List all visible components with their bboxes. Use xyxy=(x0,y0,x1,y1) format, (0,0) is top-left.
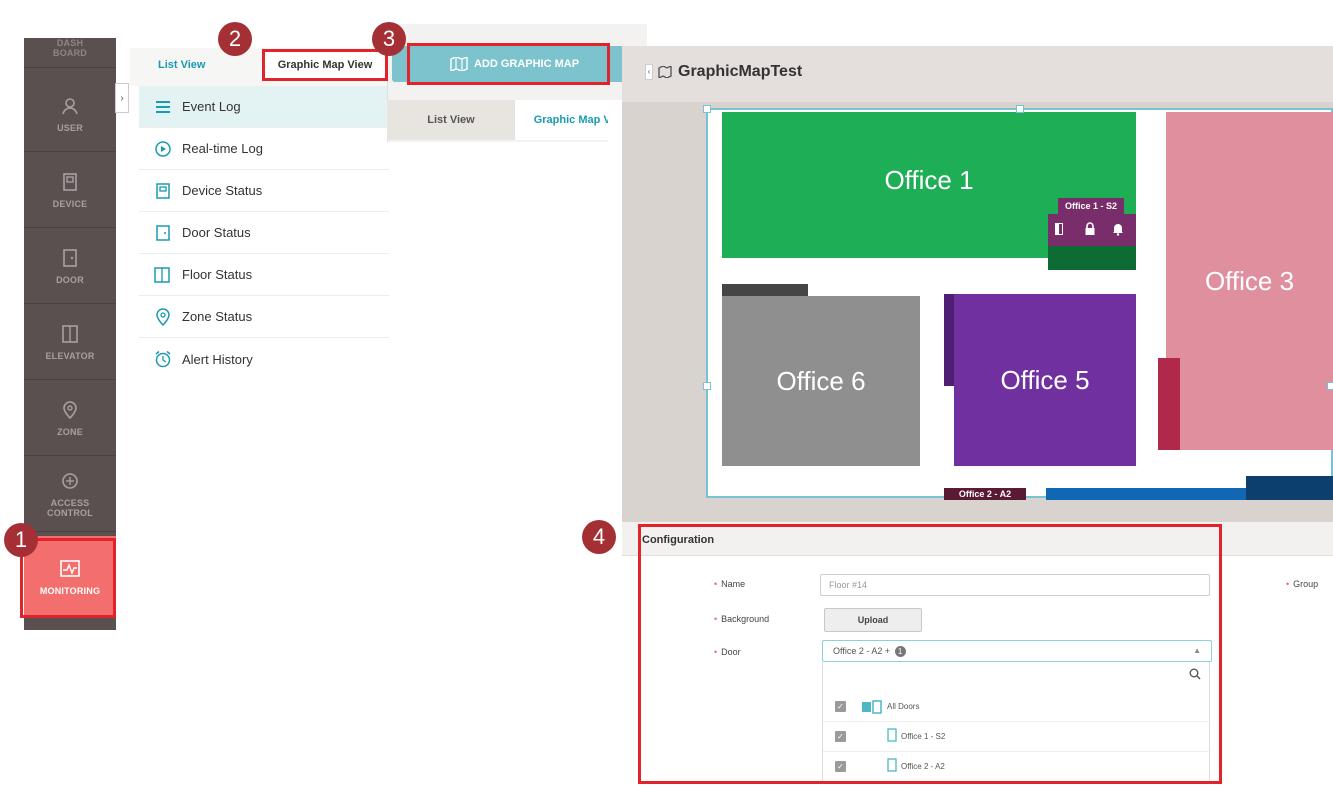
menu-item-zone-status[interactable]: Zone Status xyxy=(139,296,389,338)
nav-door[interactable]: DOOR xyxy=(24,228,116,304)
callout-badge-3: 3 xyxy=(372,22,406,56)
nav-dashboard-label: DASH BOARD xyxy=(53,37,87,58)
room-label: Office 6 xyxy=(776,365,866,396)
callout-badge-1: 1 xyxy=(4,523,38,557)
elevator-icon xyxy=(59,323,81,345)
menu-item-label: Floor Status xyxy=(182,267,253,282)
room-label: Office 3 xyxy=(1204,265,1295,296)
device-icon xyxy=(152,180,174,202)
nav-dashboard[interactable]: DASH BOARD xyxy=(24,28,116,68)
bell-icon xyxy=(1112,222,1126,236)
menu-item-label: Door Status xyxy=(182,225,251,240)
menu-item-floor-status[interactable]: Floor Status xyxy=(139,254,389,296)
room-office-3-door-strip xyxy=(1158,358,1180,450)
group-field-label: • Group xyxy=(1286,579,1319,589)
door-tag-office-1-s2: Office 1 - S2 xyxy=(1058,198,1124,214)
popup-tab-list-view[interactable]: List View xyxy=(387,100,515,140)
page-title: GraphicMapTest xyxy=(678,63,803,80)
nav-zone-label: ZONE xyxy=(57,426,83,437)
highlight-box-configuration xyxy=(638,524,1222,784)
tab-list-view[interactable]: List View xyxy=(158,59,205,71)
room-bottom-blue xyxy=(1046,488,1246,500)
menu-item-label: Zone Status xyxy=(182,309,253,324)
floor-icon xyxy=(152,264,174,286)
room-bottom-navy xyxy=(1246,476,1333,500)
door-tag-office-2-a2: Office 2 - A2 xyxy=(944,488,1026,500)
menu-item-label: Real-time Log xyxy=(182,141,263,156)
callout-badge-2: 2 xyxy=(218,22,252,56)
graphic-map-canvas[interactable]: Office 1 Office 1 - S2 Office 3 Office 6… xyxy=(703,105,1333,500)
nav-device-label: DEVICE xyxy=(52,198,88,209)
nav-door-label: DOOR xyxy=(56,274,84,285)
panel-collapse-button[interactable]: ‹ xyxy=(645,64,653,80)
resize-handle[interactable] xyxy=(1016,105,1024,113)
menu-item-label: Device Status xyxy=(182,183,263,198)
menu-item-label: Alert History xyxy=(182,351,253,367)
nav-user[interactable]: USER xyxy=(24,76,116,152)
user-icon xyxy=(59,95,81,117)
nav-access-control[interactable]: ACCESS CONTROL xyxy=(24,456,116,532)
menu-item-alert-history[interactable]: Alert History xyxy=(139,338,389,380)
device-icon xyxy=(59,171,81,193)
room-office-5[interactable]: Office 5 xyxy=(954,294,1136,466)
room-office-6[interactable]: Office 6 xyxy=(722,296,920,466)
room-office-3[interactable]: Office 3 xyxy=(1166,112,1333,450)
room-label: Office 1 xyxy=(884,164,974,195)
door-icon xyxy=(1053,222,1067,236)
nav-zone[interactable]: ZONE xyxy=(24,380,116,456)
nav-user-label: USER xyxy=(57,122,83,133)
nav-access-control-label: ACCESS CONTROL xyxy=(47,497,93,518)
nav-elevator-label: ELEVATOR xyxy=(45,350,95,361)
resize-handle[interactable] xyxy=(703,105,711,113)
room-label: Office 5 xyxy=(1000,364,1090,395)
highlight-box-add-graphic-map xyxy=(407,43,610,85)
door-icon xyxy=(152,222,174,244)
menu-item-device-status[interactable]: Device Status xyxy=(139,170,389,212)
menu-item-real-time-log[interactable]: Real-time Log xyxy=(139,128,389,170)
lock-icon xyxy=(1084,222,1098,236)
zone-icon xyxy=(59,399,81,421)
title-bar: GraphicMapTest xyxy=(622,46,1333,102)
zone-icon xyxy=(152,306,174,328)
alarm-clock-icon xyxy=(152,348,174,370)
sidebar-toggle-button[interactable]: › xyxy=(115,83,129,113)
door-icon xyxy=(59,247,81,269)
resize-handle[interactable] xyxy=(1327,382,1333,390)
map-icon xyxy=(658,66,672,78)
resize-handle[interactable] xyxy=(703,382,711,390)
play-icon xyxy=(152,138,174,160)
menu-item-door-status[interactable]: Door Status xyxy=(139,212,389,254)
nav-device[interactable]: DEVICE xyxy=(24,152,116,228)
left-gutter xyxy=(608,100,622,500)
menu-item-event-log[interactable]: Event Log xyxy=(139,86,389,128)
chevron-right-icon: › xyxy=(120,92,124,104)
group-label-text: Group xyxy=(1293,579,1319,589)
highlight-box-graphic-map-view xyxy=(262,49,388,81)
list-icon xyxy=(152,96,174,118)
menu-item-label: Event Log xyxy=(182,99,241,114)
nav-elevator[interactable]: ELEVATOR xyxy=(24,304,116,380)
callout-badge-4: 4 xyxy=(582,520,616,554)
access-control-icon xyxy=(59,470,81,492)
